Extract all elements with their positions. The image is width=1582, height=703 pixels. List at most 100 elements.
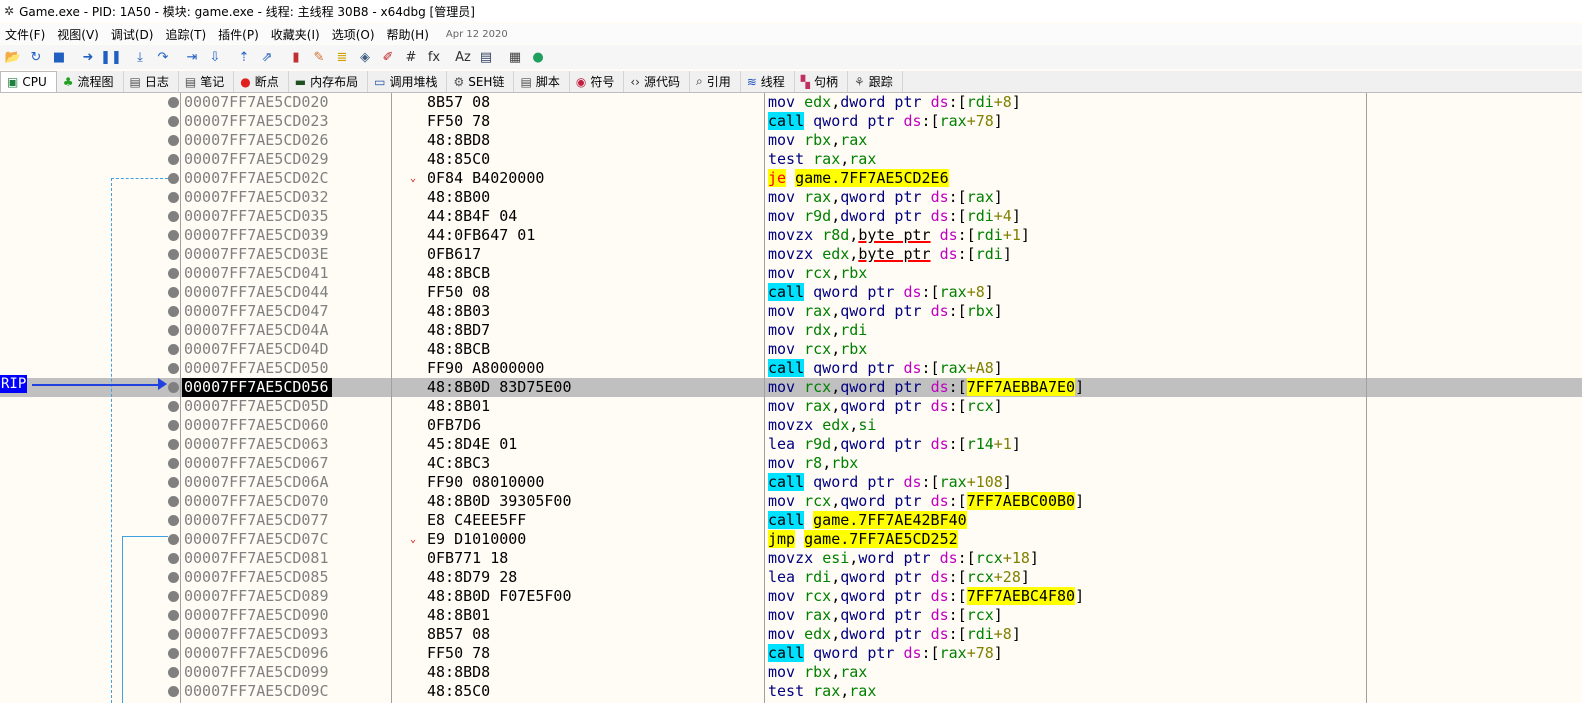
document-icon[interactable]: ▤	[475, 47, 497, 67]
disasm-row[interactable]: 00007FF7AE5CD026 48:8BD8 mov rbx,rax	[0, 131, 1582, 150]
tab-graph[interactable]: ♣ 流程图	[57, 71, 124, 92]
breakpoint-dot-icon[interactable]	[168, 230, 179, 241]
breakpoint-dot-icon[interactable]	[168, 211, 179, 222]
run-to-user-code-icon[interactable]: ⇗	[256, 47, 278, 67]
breakpoint-dot-icon[interactable]	[168, 344, 179, 355]
breakpoint-dot-icon[interactable]	[168, 154, 179, 165]
menu-item[interactable]: 调试(D)	[106, 26, 161, 43]
disasm-row[interactable]: 00007FF7AE5CD044 FF50 08 call qword ptr ds…	[0, 283, 1582, 302]
tab-references[interactable]: ⌕ 引用	[690, 71, 741, 92]
menu-item[interactable]: 帮助(H)	[382, 26, 436, 43]
highlight-icon[interactable]: ✐	[377, 47, 399, 67]
hash-icon[interactable]: #	[400, 47, 422, 67]
calculator-icon[interactable]: ▦	[504, 47, 526, 67]
disasm-row[interactable]: 00007FF7AE5CD023 FF50 78 call qword ptr ds…	[0, 112, 1582, 131]
tab-cpu[interactable]: ▣ CPU	[0, 71, 57, 92]
font-icon[interactable]: Aᴢ	[452, 47, 474, 67]
breakpoint-dot-icon[interactable]	[168, 287, 179, 298]
menu-item[interactable]: 视图(V)	[52, 26, 106, 43]
trace-over-icon[interactable]: ⇩	[204, 47, 226, 67]
disasm-row[interactable]: 00007FF7AE5CD04D 48:8BCB mov rcx,rbx	[0, 340, 1582, 359]
restart-icon[interactable]: ↻	[25, 47, 47, 67]
disasm-row[interactable]: 00007FF7AE5CD099 48:8BD8 mov rbx,rax	[0, 663, 1582, 682]
disasm-row[interactable]: 00007FF7AE5CD093 8B57 08 mov edx,dword ptr…	[0, 625, 1582, 644]
tab-threads[interactable]: ≋ 线程	[741, 71, 795, 92]
disasm-row[interactable]: 00007FF7AE5CD056 48:8B0D 83D75E00 mov rcx,…	[0, 378, 1582, 397]
tab-log[interactable]: ▤ 日志	[124, 71, 179, 92]
breakpoint-dot-icon[interactable]	[168, 648, 179, 659]
disasm-row[interactable]: 00007FF7AE5CD029 48:85C0 test rax,rax	[0, 150, 1582, 169]
patch-icon[interactable]: ✎	[308, 47, 330, 67]
disasm-row[interactable]: 00007FF7AE5CD06A FF90 08010000 call qword …	[0, 473, 1582, 492]
breakpoint-dot-icon[interactable]	[168, 572, 179, 583]
menu-item[interactable]: 文件(F)	[0, 26, 52, 43]
disasm-row[interactable]: 00007FF7AE5CD039 44:0FB647 01 movzx r8d,by…	[0, 226, 1582, 245]
open-icon[interactable]: 📂	[2, 47, 24, 67]
disasm-row[interactable]: 00007FF7AE5CD02C ⌄ 0F84 B4020000 je game.7F…	[0, 169, 1582, 188]
breakpoint-dot-icon[interactable]	[168, 629, 179, 640]
disasm-row[interactable]: 00007FF7AE5CD041 48:8BCB mov rcx,rbx	[0, 264, 1582, 283]
disasm-row[interactable]: 00007FF7AE5CD047 48:8B03 mov rax,qword ptr…	[0, 302, 1582, 321]
comment-icon[interactable]: ≣	[331, 47, 353, 67]
disasm-row[interactable]: 00007FF7AE5CD032 48:8B00 mov rax,qword ptr…	[0, 188, 1582, 207]
disasm-row[interactable]: 00007FF7AE5CD090 48:8B01 mov rax,qword ptr…	[0, 606, 1582, 625]
tab-breakpoint[interactable]: ● 断点	[234, 71, 289, 92]
execute-till-return-icon[interactable]: ⇡	[233, 47, 255, 67]
disasm-row[interactable]: 00007FF7AE5CD09C 48:85C0 test rax,rax	[0, 682, 1582, 701]
breakpoint-dot-icon[interactable]	[168, 477, 179, 488]
breakpoint-dot-icon[interactable]	[168, 363, 179, 374]
tab-source[interactable]: ‹› 源代码	[624, 71, 690, 92]
breakpoint-dot-icon[interactable]	[168, 515, 179, 526]
disasm-row[interactable]: 00007FF7AE5CD03E 0FB617 movzx edx,byte ptr…	[0, 245, 1582, 264]
tab-handles[interactable]: ▚ 句柄	[795, 71, 849, 92]
breakpoint-dot-icon[interactable]	[168, 686, 179, 697]
tab-notes[interactable]: ▤ 笔记	[179, 71, 235, 92]
breakpoint-dot-icon[interactable]	[168, 591, 179, 602]
tab-trace[interactable]: ⚘ 跟踪	[848, 71, 903, 92]
disasm-row[interactable]: 00007FF7AE5CD060 0FB7D6 movzx edx,si	[0, 416, 1582, 435]
disasm-row[interactable]: 00007FF7AE5CD081 0FB771 18 movzx esi,word …	[0, 549, 1582, 568]
disasm-row[interactable]: 00007FF7AE5CD063 45:8D4E 01 lea r9d,qword …	[0, 435, 1582, 454]
breakpoint-dot-icon[interactable]	[168, 249, 179, 260]
breakpoint-dot-icon[interactable]	[168, 458, 179, 469]
disasm-row[interactable]: 00007FF7AE5CD085 48:8D79 28 lea rdi,qword …	[0, 568, 1582, 587]
disasm-row[interactable]: 00007FF7AE5CD096 FF50 78 call qword ptr ds…	[0, 644, 1582, 663]
disassembly-view[interactable]: 00007FF7AE5CD09C 48:85C0 test rax,rax 00007…	[0, 93, 1582, 703]
breakpoint-dot-icon[interactable]	[168, 97, 179, 108]
breakpoint-dot-icon[interactable]	[168, 553, 179, 564]
breakpoint-dot-icon[interactable]	[168, 116, 179, 127]
step-over-icon[interactable]: ↷	[152, 47, 174, 67]
tab-script[interactable]: ▤ 脚本	[514, 71, 570, 92]
run-icon[interactable]: ➜	[77, 47, 99, 67]
menu-item[interactable]: 收藏夹(I)	[266, 26, 327, 43]
menu-item[interactable]: 插件(P)	[213, 26, 266, 43]
menu-item[interactable]: 选项(O)	[327, 26, 382, 43]
tab-call-stack[interactable]: ▭ 调用堆栈	[368, 71, 448, 92]
trace-into-icon[interactable]: ⇥	[181, 47, 203, 67]
breakpoint-dot-icon[interactable]	[168, 382, 179, 393]
disasm-row[interactable]: 00007FF7AE5CD05D 48:8B01 mov rax,qword ptr…	[0, 397, 1582, 416]
disasm-row[interactable]: 00007FF7AE5CD070 48:8B0D 39305F00 mov rcx,…	[0, 492, 1582, 511]
breakpoint-dot-icon[interactable]	[168, 306, 179, 317]
breakpoint-dot-icon[interactable]	[168, 173, 179, 184]
tab-seh[interactable]: ⚙ SEH链	[447, 71, 515, 92]
breakpoint-dot-icon[interactable]	[168, 534, 179, 545]
disasm-row[interactable]: 00007FF7AE5CD050 FF90 A8000000 call qword …	[0, 359, 1582, 378]
stop-icon[interactable]: ■	[48, 47, 70, 67]
disasm-row[interactable]: 00007FF7AE5CD089 48:8B0D F07E5F00 mov rcx,…	[0, 587, 1582, 606]
breakpoint-dot-icon[interactable]	[168, 439, 179, 450]
breakpoint-dot-icon[interactable]	[168, 135, 179, 146]
disasm-row[interactable]: 00007FF7AE5CD07C ⌄ E9 D1010000 jmp game.7FF…	[0, 530, 1582, 549]
disasm-row[interactable]: 00007FF7AE5CD035 44:8B4F 04 mov r9d,dword …	[0, 207, 1582, 226]
breakpoint-dot-icon[interactable]	[168, 401, 179, 412]
breakpoint-dot-icon[interactable]	[168, 192, 179, 203]
disasm-row[interactable]: 00007FF7AE5CD067 4C:8BC3 mov r8,rbx	[0, 454, 1582, 473]
breakpoint-dot-icon[interactable]	[168, 610, 179, 621]
function-icon[interactable]: fx	[423, 47, 445, 67]
pause-icon[interactable]: ❚❚	[100, 47, 122, 67]
disasm-row[interactable]: 00007FF7AE5CD020 8B57 08 mov edx,dword ptr…	[0, 93, 1582, 112]
globe-icon[interactable]: ●	[527, 47, 549, 67]
menu-item[interactable]: 追踪(T)	[160, 26, 213, 43]
breakpoint-dot-icon[interactable]	[168, 667, 179, 678]
breakpoint-dot-icon[interactable]	[168, 496, 179, 507]
